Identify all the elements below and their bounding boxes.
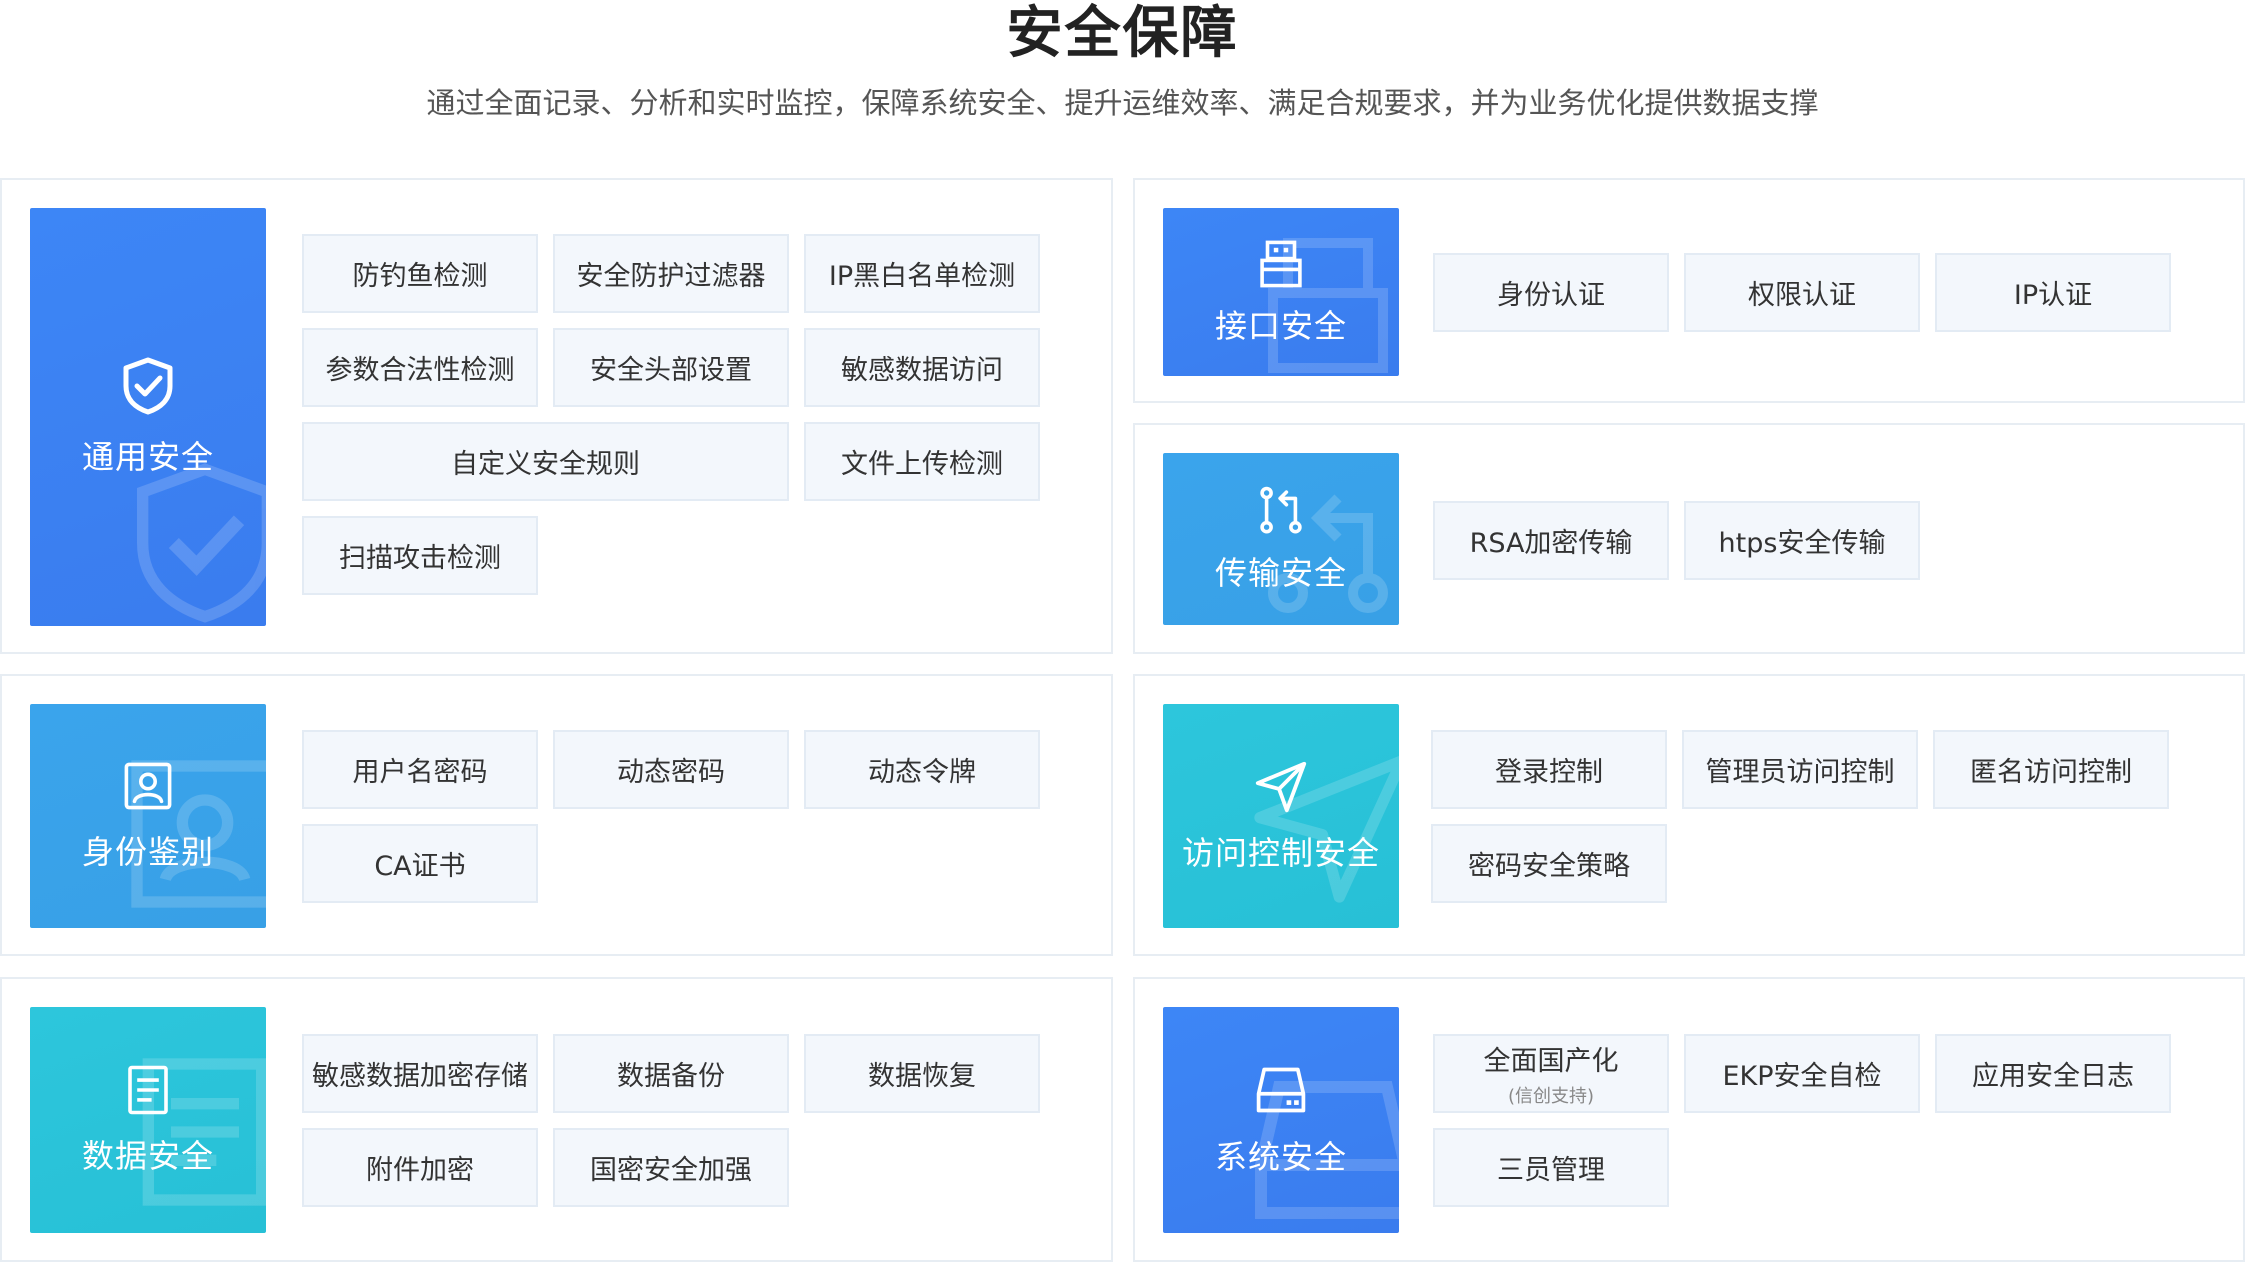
page-title: 安全保障 — [1006, 1, 1239, 66]
feature-tag[interactable]: 用户名密码 — [302, 730, 538, 809]
feature-tag[interactable]: IP黑白名单检测 — [804, 234, 1040, 313]
usb-interface-icon — [1260, 240, 1302, 288]
user-id-icon — [124, 762, 172, 810]
feature-tag[interactable]: 数据备份 — [553, 1034, 789, 1113]
system-security-card: 系统安全 — [1163, 1007, 1399, 1233]
feature-tag[interactable]: 匿名访问控制 — [1933, 730, 2169, 809]
feature-tag[interactable]: 数据恢复 — [804, 1034, 1040, 1113]
feature-tag[interactable]: htps安全传输 — [1684, 501, 1920, 580]
identity-auth-panel: 身份鉴别 用户名密码 动态密码 动态令牌 CA证书 — [0, 674, 1113, 956]
feature-tag[interactable]: 身份认证 — [1433, 253, 1669, 332]
feature-tag[interactable]: 扫描攻击检测 — [302, 516, 538, 595]
identity-auth-label: 身份鉴别 — [81, 833, 214, 871]
feature-tag[interactable]: 应用安全日志 — [1935, 1034, 2171, 1113]
feature-tag[interactable]: 参数合法性检测 — [302, 328, 538, 407]
shield-watermark-icon — [137, 463, 266, 623]
feature-tag-label: 全面国产化 — [1483, 1046, 1619, 1077]
feature-tag[interactable]: 密码安全策略 — [1431, 824, 1667, 903]
hard-drive-icon — [1256, 1067, 1306, 1113]
data-security-panel: 数据安全 敏感数据加密存储 数据备份 数据恢复 附件加密 国密安全加强 — [0, 977, 1113, 1262]
feature-tag[interactable]: 权限认证 — [1684, 253, 1920, 332]
data-security-card: 数据安全 — [30, 1007, 266, 1233]
feature-tag-note: (信创支持) — [1507, 1086, 1595, 1107]
feature-tag[interactable]: 全面国产化 (信创支持) — [1433, 1034, 1669, 1113]
feature-tag[interactable]: CA证书 — [302, 824, 538, 903]
system-security-panel: 系统安全 全面国产化 (信创支持) EKP安全自检 应用安全日志 三员管理 — [1133, 977, 2245, 1262]
api-security-panel: 接口安全 身份认证 权限认证 IP认证 — [1133, 178, 2245, 403]
feature-tag[interactable]: 国密安全加强 — [553, 1128, 789, 1207]
transport-security-card: 传输安全 — [1163, 453, 1399, 625]
shield-check-icon — [123, 357, 173, 415]
system-security-label: 系统安全 — [1214, 1138, 1347, 1176]
feature-tag[interactable]: EKP安全自检 — [1684, 1034, 1920, 1113]
git-transfer-icon — [1260, 486, 1302, 534]
feature-tag[interactable]: 三员管理 — [1433, 1128, 1669, 1207]
feature-tag[interactable]: 防钓鱼检测 — [302, 234, 538, 313]
feature-tag[interactable]: 敏感数据访问 — [804, 328, 1040, 407]
feature-tag[interactable]: 管理员访问控制 — [1682, 730, 1918, 809]
send-arrow-icon — [1255, 761, 1307, 813]
general-security-label: 通用安全 — [81, 438, 214, 476]
page-subtitle: 通过全面记录、分析和实时监控，保障系统安全、提升运维效率、满足合规要求，并为业务… — [426, 86, 1819, 120]
feature-tag[interactable]: 动态令牌 — [804, 730, 1040, 809]
feature-tag[interactable]: 登录控制 — [1431, 730, 1667, 809]
feature-tag[interactable]: 自定义安全规则 — [302, 422, 789, 501]
access-control-label: 访问控制安全 — [1181, 834, 1380, 872]
transport-security-label: 传输安全 — [1214, 554, 1347, 592]
transport-security-panel: 传输安全 RSA加密传输 htps安全传输 — [1133, 423, 2245, 654]
api-security-label: 接口安全 — [1214, 307, 1347, 345]
feature-tag[interactable]: IP认证 — [1935, 253, 2171, 332]
document-icon — [128, 1065, 168, 1115]
feature-tag[interactable]: 动态密码 — [553, 730, 789, 809]
feature-tag[interactable]: 附件加密 — [302, 1128, 538, 1207]
access-control-card: 访问控制安全 — [1163, 704, 1399, 928]
identity-auth-card: 身份鉴别 — [30, 704, 266, 928]
feature-tag[interactable]: 敏感数据加密存储 — [302, 1034, 538, 1113]
api-security-card: 接口安全 — [1163, 208, 1399, 376]
data-security-label: 数据安全 — [81, 1137, 214, 1175]
general-security-panel: 通用安全 防钓鱼检测 安全防护过滤器 IP黑白名单检测 参数合法性检测 安全头部… — [0, 178, 1113, 654]
feature-tag[interactable]: 安全头部设置 — [553, 328, 789, 407]
access-control-panel: 访问控制安全 登录控制 管理员访问控制 匿名访问控制 密码安全策略 — [1133, 674, 2245, 956]
feature-tag[interactable]: RSA加密传输 — [1433, 501, 1669, 580]
feature-tag[interactable]: 安全防护过滤器 — [553, 234, 789, 313]
general-security-card: 通用安全 — [30, 208, 266, 626]
feature-tag[interactable]: 文件上传检测 — [804, 422, 1040, 501]
